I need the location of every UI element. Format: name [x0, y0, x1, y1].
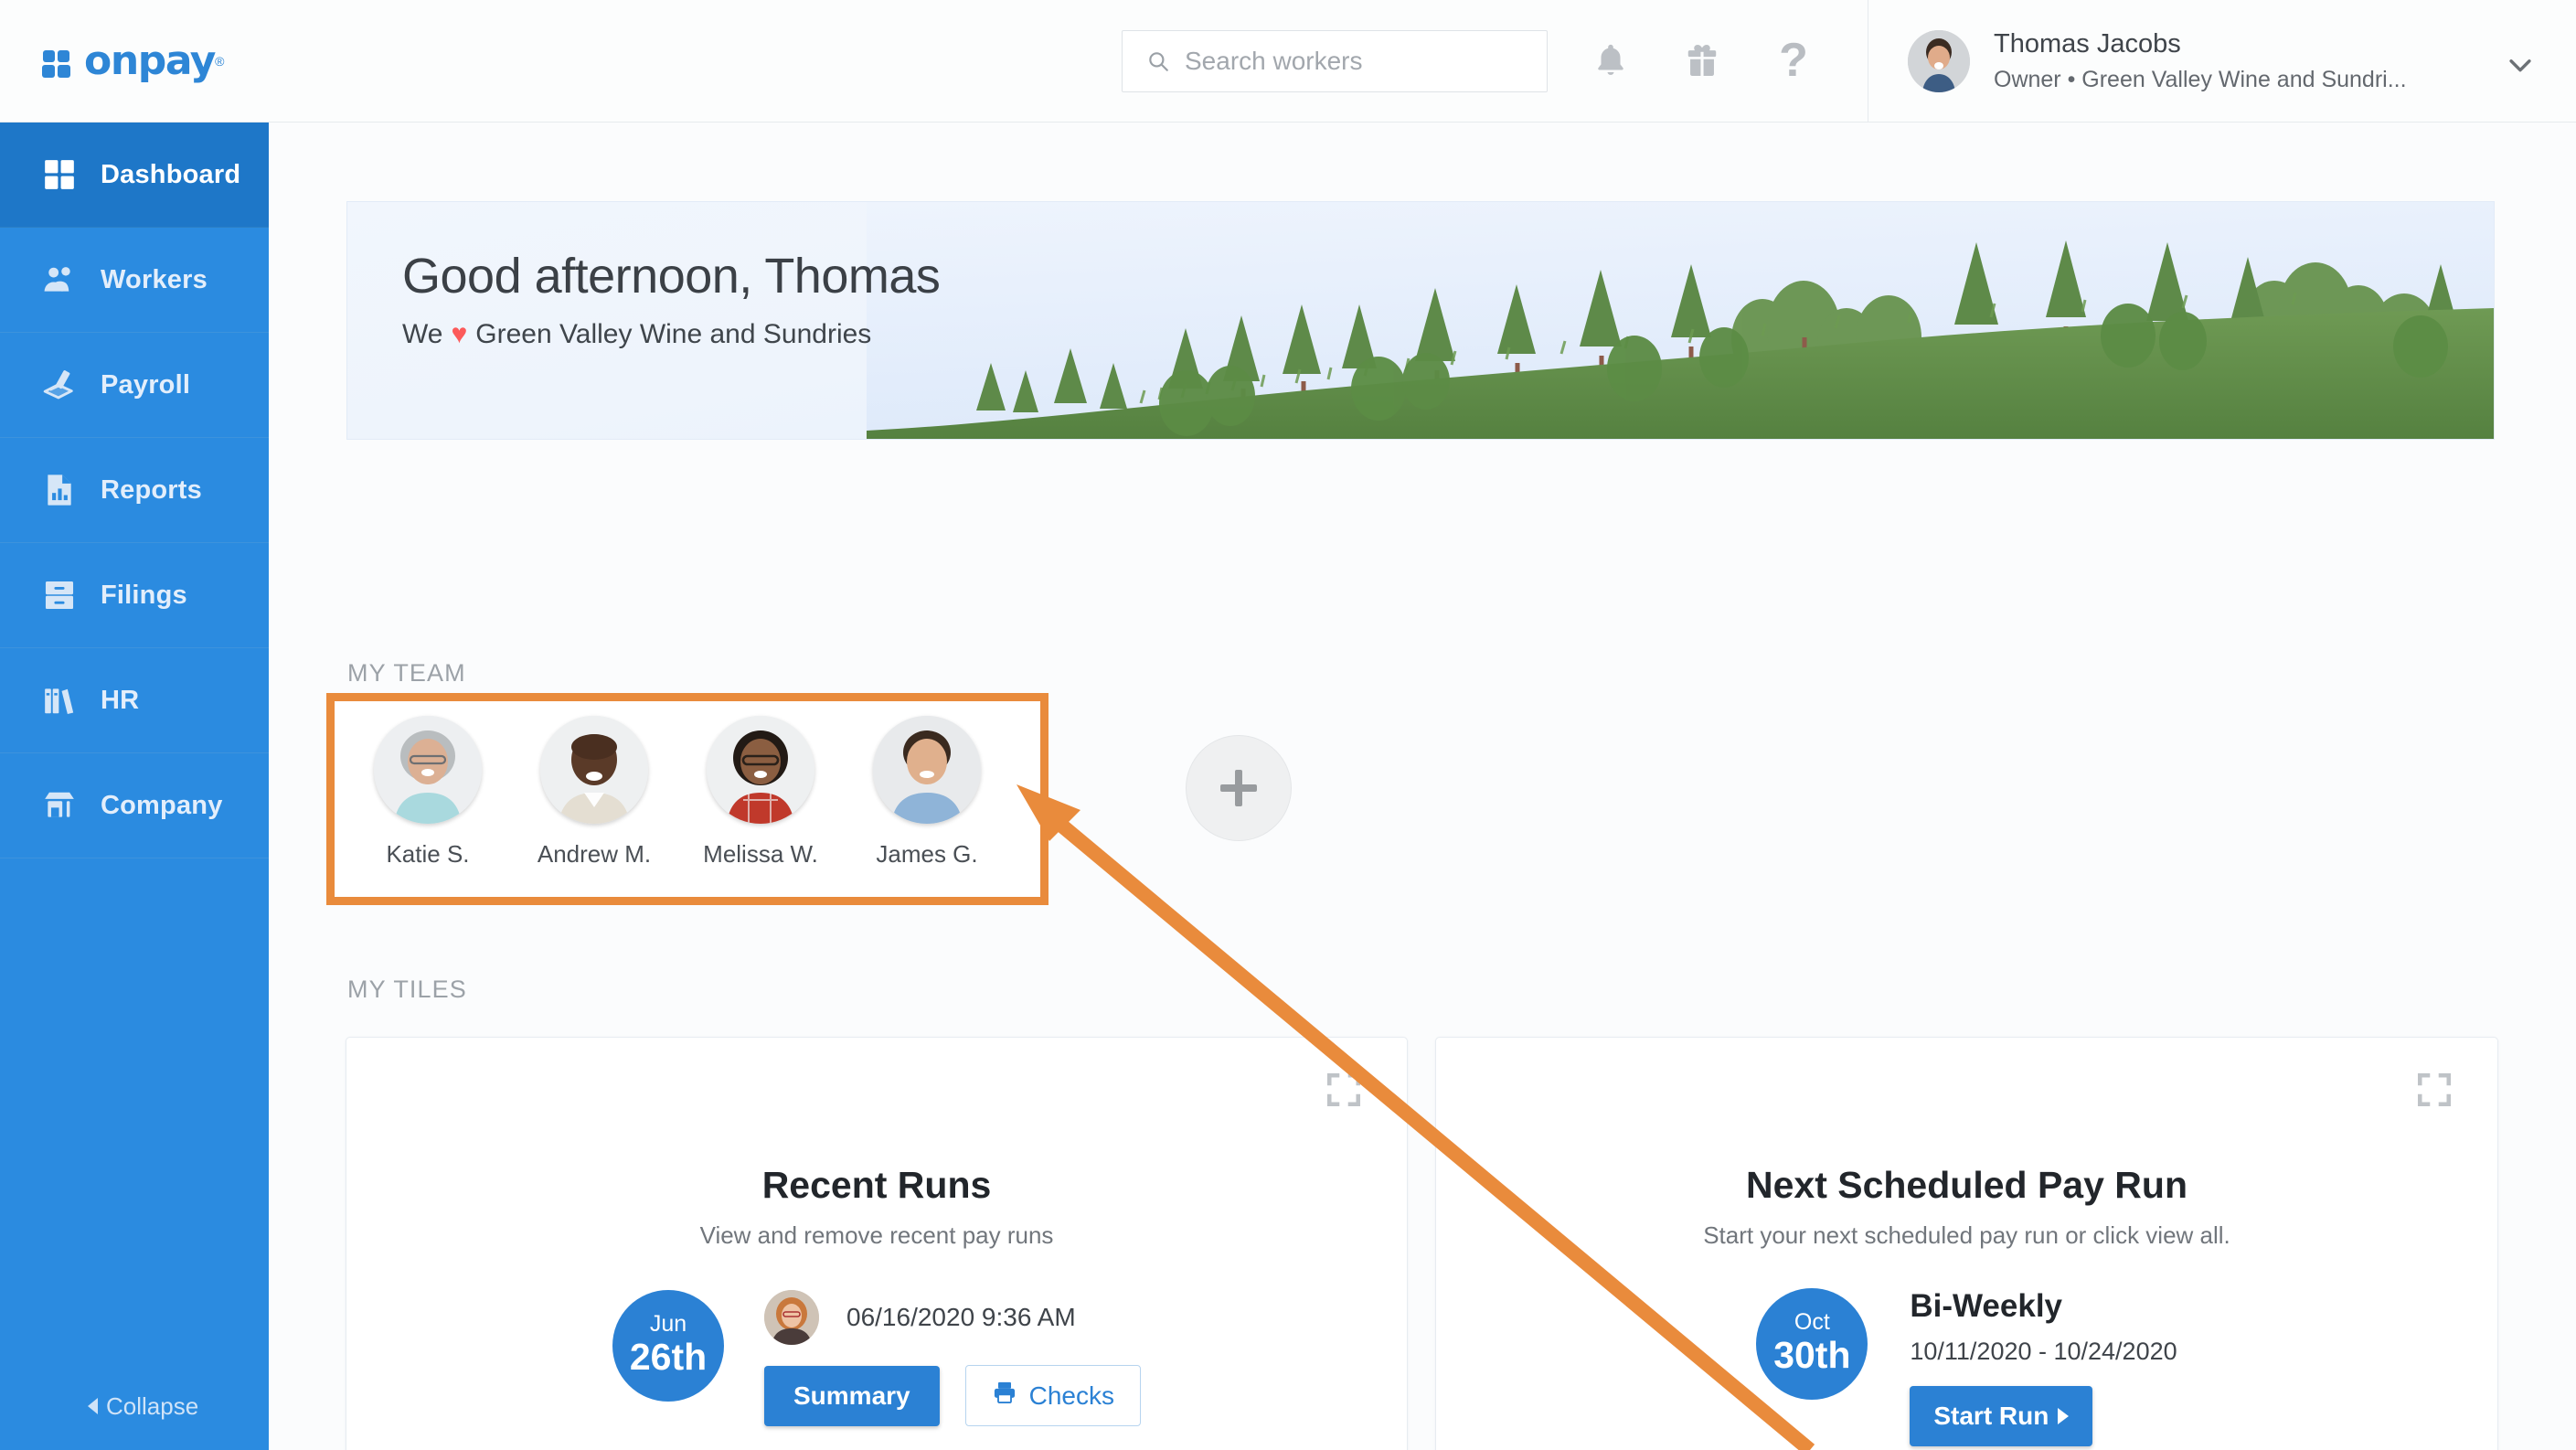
summary-button[interactable]: Summary	[764, 1365, 940, 1426]
add-worker-button[interactable]	[1186, 735, 1292, 841]
sidebar-item-payroll[interactable]: Payroll	[0, 333, 269, 438]
run-timestamp: 06/16/2020 9:36 AM	[846, 1303, 1076, 1331]
sidebar-item-label: Filings	[101, 580, 187, 610]
run-date-day: 26th	[629, 1335, 708, 1378]
sidebar-item-reports[interactable]: Reports	[0, 438, 269, 543]
schedule-date-range: 10/11/2020 - 10/24/2020	[1910, 1338, 2177, 1365]
search-input[interactable]	[1185, 47, 1514, 76]
tile-title: Next Scheduled Pay Run	[1745, 1164, 2187, 1206]
team-avatar-melissa	[707, 716, 814, 824]
plus-icon	[1219, 768, 1259, 808]
sidebar-item-dashboard[interactable]: Dashboard	[0, 123, 269, 228]
play-arrow-icon	[2058, 1408, 2070, 1424]
tile-next-scheduled-pay-run: Next Scheduled Pay Run Start your next s…	[1435, 1037, 2498, 1450]
sidebar-item-label: Payroll	[101, 369, 191, 400]
start-run-label: Start Run	[1933, 1402, 2049, 1430]
avatar	[1908, 30, 1970, 92]
scheduled-run-row: Oct 30th Bi-Weekly 10/11/2020 - 10/24/20…	[1756, 1288, 2177, 1446]
top-bar: onpay ® ?	[0, 0, 2576, 123]
sidebar-item-label: Reports	[101, 474, 202, 505]
team-member[interactable]: Katie S.	[355, 716, 501, 869]
run-date-month: Jun	[649, 1310, 687, 1337]
scheduled-date-badge: Oct 30th	[1756, 1288, 1868, 1400]
scheduled-date-day: 30th	[1773, 1333, 1851, 1376]
banner-subtitle: We ♥ Green Valley Wine and Sundries	[402, 319, 940, 350]
logo-wordmark: onpay	[84, 37, 216, 84]
team-member[interactable]: Melissa W.	[687, 716, 834, 869]
onpay-logo[interactable]: onpay ®	[0, 37, 269, 84]
team-avatar-james	[873, 716, 981, 824]
books-icon	[42, 683, 82, 718]
team-member-name: Katie S.	[386, 840, 470, 868]
forest-hillside-illustration	[867, 202, 2494, 439]
storefront-icon	[42, 788, 82, 823]
sidebar-item-label: Dashboard	[101, 159, 241, 189]
start-run-button[interactable]: Start Run	[1910, 1386, 2093, 1446]
recent-run-row: Jun 26th 06/16/2020 9:36 AM Summary Chec…	[612, 1290, 1141, 1426]
user-profile-menu[interactable]: Thomas Jacobs Owner • Green Valley Wine …	[1868, 0, 2576, 123]
tile-title: Recent Runs	[761, 1164, 992, 1206]
checks-label: Checks	[1028, 1381, 1114, 1410]
my-team-list: Katie S. Andrew M. Melissa W. James G.	[326, 693, 1048, 905]
sidebar-item-workers[interactable]: Workers	[0, 228, 269, 333]
people-icon	[42, 262, 82, 297]
sidebar-nav: Dashboard Workers Payroll Reports Filing…	[0, 123, 269, 1450]
grid-dashboard-icon	[42, 157, 82, 192]
file-cabinet-icon	[42, 578, 82, 613]
user-name: Thomas Jacobs	[1994, 29, 2181, 59]
subtitle-company: Green Valley Wine and Sundries	[475, 319, 872, 349]
user-role-company: Owner • Green Valley Wine and Sundri...	[1994, 67, 2407, 92]
collapse-sidebar-button[interactable]: Collapse	[0, 1362, 269, 1450]
schedule-name: Bi-Weekly	[1910, 1288, 2063, 1324]
team-member[interactable]: James G.	[854, 716, 1000, 869]
logo-dots-icon	[42, 44, 80, 79]
heart-icon: ♥	[451, 319, 468, 349]
expand-fullscreen-icon[interactable]	[2415, 1071, 2454, 1109]
team-avatar-katie	[374, 716, 482, 824]
tile-subtitle: Start your next scheduled pay run or cli…	[1703, 1221, 2230, 1249]
notifications-bell-icon[interactable]	[1581, 31, 1640, 90]
sidebar-item-label: Company	[101, 790, 223, 820]
help-question-icon[interactable]: ?	[1764, 31, 1823, 90]
search-icon	[1146, 49, 1170, 73]
run-date-badge: Jun 26th	[612, 1290, 724, 1402]
gift-icon[interactable]	[1673, 31, 1731, 90]
chevron-down-icon[interactable]	[2505, 49, 2536, 85]
sidebar-item-label: HR	[101, 685, 140, 715]
expand-fullscreen-icon[interactable]	[1325, 1071, 1363, 1109]
checks-button[interactable]: Checks	[964, 1365, 1141, 1426]
run-owner-avatar	[764, 1290, 819, 1345]
team-avatar-andrew	[540, 716, 648, 824]
sidebar-item-company[interactable]: Company	[0, 753, 269, 858]
team-member-name: Andrew M.	[537, 840, 652, 868]
tile-recent-runs: Recent Runs View and remove recent pay r…	[346, 1037, 1408, 1450]
registered-mark: ®	[215, 53, 225, 69]
sidebar-item-hr[interactable]: HR	[0, 648, 269, 753]
greeting-banner: Good afternoon, Thomas We ♥ Green Valley…	[346, 201, 2495, 440]
sidebar-item-label: Workers	[101, 264, 208, 294]
scheduled-date-month: Oct	[1794, 1308, 1830, 1335]
my-team-label: MY TEAM	[347, 659, 466, 687]
report-chart-icon	[42, 473, 82, 507]
team-member-name: James G.	[876, 840, 978, 868]
tile-subtitle: View and remove recent pay runs	[699, 1221, 1054, 1249]
printer-icon	[992, 1380, 1029, 1412]
pen-check-icon	[42, 368, 82, 402]
subtitle-prefix: We	[402, 319, 443, 349]
main-content: Good afternoon, Thomas We ♥ Green Valley…	[269, 123, 2576, 1450]
sidebar-item-filings[interactable]: Filings	[0, 543, 269, 648]
chevron-left-icon	[88, 1398, 98, 1414]
search-workers-box[interactable]	[1122, 30, 1548, 92]
my-tiles-label: MY TILES	[347, 976, 467, 1003]
collapse-label: Collapse	[106, 1391, 199, 1420]
team-member[interactable]: Andrew M.	[521, 716, 667, 869]
banner-text: Good afternoon, Thomas We ♥ Green Valley…	[402, 248, 941, 350]
page-title: Good afternoon, Thomas	[402, 249, 941, 304]
team-member-name: Melissa W.	[703, 840, 818, 868]
